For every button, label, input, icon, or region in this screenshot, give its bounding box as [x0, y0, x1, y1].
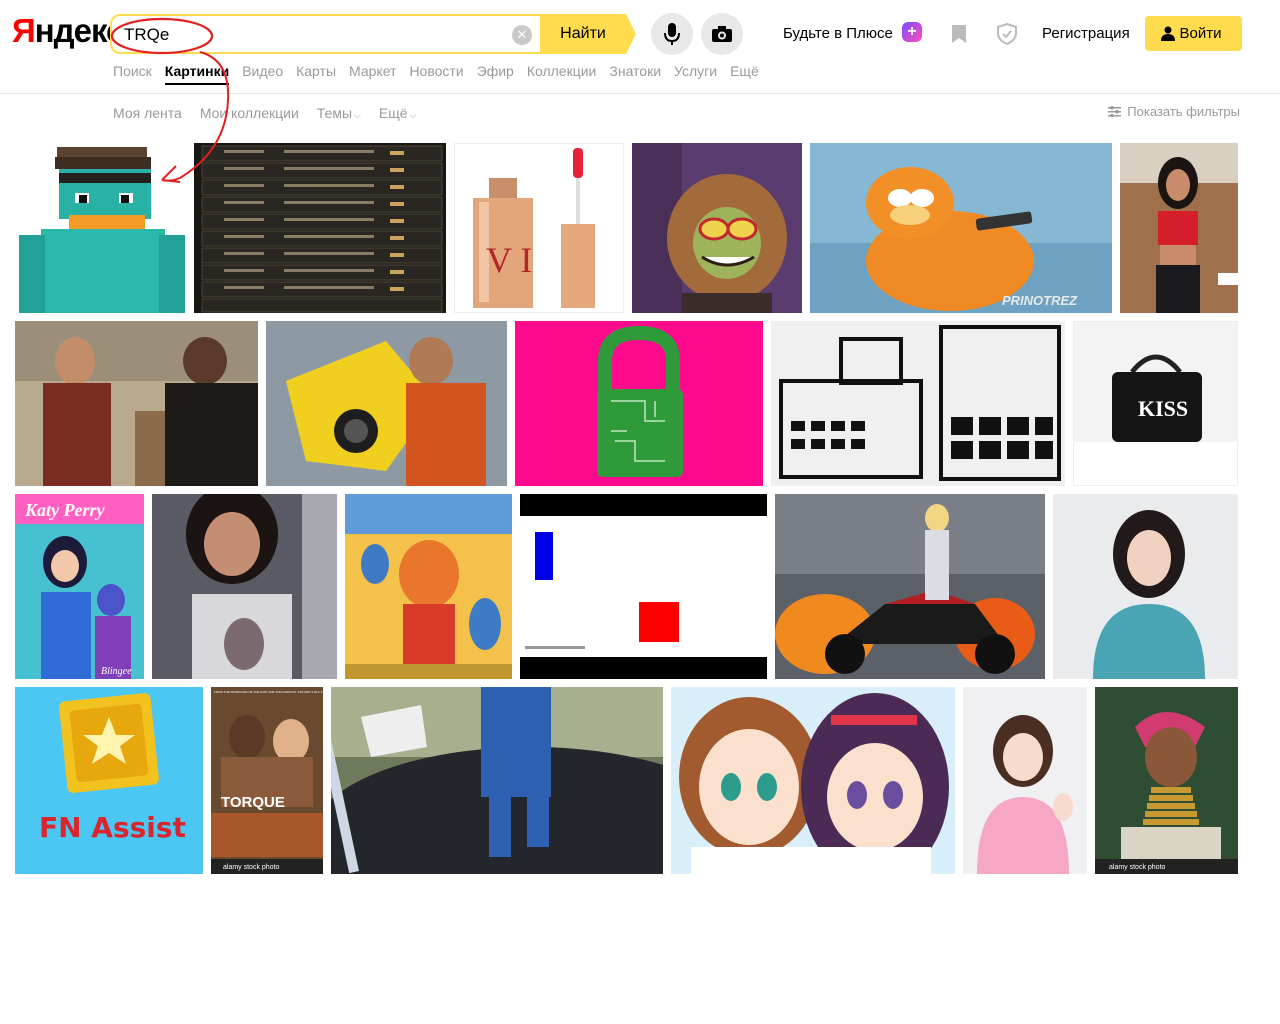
- svg-text:TORQUE: TORQUE: [221, 794, 285, 811]
- cartoon-monster-thumbnail: [632, 143, 802, 313]
- svg-text:FROM THE PRODUCER OF THE FAST: FROM THE PRODUCER OF THE FAST AND THE FU…: [214, 690, 323, 694]
- motorcycle-fire-thumbnail: [775, 494, 1045, 679]
- header: Яндекс ✕ Найти Будьте в Плюсе + Регистра…: [0, 0, 1280, 94]
- voice-search-button[interactable]: [651, 13, 693, 55]
- images-subnav: Моя лента Мои коллекции Темы ⌵ Ещё ⌵: [113, 105, 416, 121]
- show-filters-button[interactable]: Показать фильтры: [1108, 104, 1240, 119]
- plus-link[interactable]: Будьте в Плюсе: [783, 25, 893, 42]
- katy-perry-thumbnail: Katy Perry Blingee: [15, 494, 144, 679]
- svg-text:V I: V I: [486, 240, 532, 280]
- cash-register-thumbnail: [771, 321, 1065, 486]
- image-result-anime-girls[interactable]: [671, 687, 955, 874]
- image-result-woman-portrait[interactable]: [1053, 494, 1238, 679]
- camera-icon: [712, 26, 732, 42]
- search-button[interactable]: Найти: [540, 14, 626, 54]
- torque-poster-thumbnail: FROM THE PRODUCER OF THE FAST AND THE FU…: [211, 687, 323, 874]
- service-more[interactable]: Ещё: [730, 63, 759, 85]
- my-feed-link[interactable]: Моя лента: [113, 105, 182, 121]
- image-result-fn-assist[interactable]: FN Assist: [15, 687, 203, 874]
- svg-text:Blingee: Blingee: [101, 666, 132, 677]
- svg-text:FN Assist: FN Assist: [39, 811, 186, 844]
- image-result-minecraft-platypus[interactable]: [15, 143, 187, 313]
- image-result-girl-pink[interactable]: [963, 687, 1087, 874]
- padlock-icon: [515, 321, 763, 486]
- leaderboard-thumbnail: [194, 143, 446, 313]
- image-result-bikers-movie[interactable]: [15, 321, 258, 486]
- register-link[interactable]: Регистрация: [1042, 25, 1130, 42]
- image-result-kayan-woman[interactable]: alamy stock photo: [1095, 687, 1238, 874]
- yandex-logo[interactable]: Яндекс: [12, 12, 124, 50]
- plus-icon: +: [902, 22, 922, 42]
- service-maps[interactable]: Карты: [296, 63, 336, 85]
- kayan-woman-thumbnail: alamy stock photo: [1095, 687, 1238, 874]
- search-form: ✕ Найти: [110, 14, 636, 54]
- service-collections[interactable]: Коллекции: [527, 63, 597, 85]
- filters-icon: [1108, 106, 1122, 117]
- image-result-circuit-padlock[interactable]: [515, 321, 763, 486]
- rectangles-thumbnail: [520, 494, 767, 679]
- image-result-trampoline[interactable]: [331, 687, 663, 874]
- girl-pink-thumbnail: [963, 687, 1087, 874]
- user-icon: [1161, 26, 1175, 41]
- login-button[interactable]: Войти: [1145, 16, 1242, 51]
- svg-text:KISS: KISS: [1138, 396, 1188, 421]
- image-result-woman-red-top[interactable]: [1120, 143, 1238, 313]
- svg-text:alamy stock photo: alamy stock photo: [223, 864, 280, 871]
- garfield-thumbnail: PRINOTREZ: [810, 143, 1112, 313]
- shield-icon[interactable]: [996, 23, 1018, 45]
- image-result-garfield[interactable]: PRINOTREZ: [810, 143, 1112, 313]
- image-search-button[interactable]: [701, 13, 743, 55]
- service-efir[interactable]: Эфир: [477, 63, 514, 85]
- themes-dropdown[interactable]: Темы ⌵: [317, 105, 361, 121]
- hanuman-thumbnail: [345, 494, 512, 679]
- image-result-kiss-handbag[interactable]: KISS: [1073, 321, 1238, 486]
- svg-text:Katy Perry: Katy Perry: [24, 500, 105, 520]
- image-result-lipstick-bottle[interactable]: V I: [454, 143, 624, 313]
- search-button-arrow: [626, 14, 636, 54]
- image-result-cash-register-drawing[interactable]: [771, 321, 1065, 486]
- chevron-down-icon: ⌵: [409, 110, 417, 120]
- image-result-katy-perry[interactable]: Katy Perry Blingee: [15, 494, 144, 679]
- bikers-thumbnail: [15, 321, 258, 486]
- image-result-rectangles-demo[interactable]: [520, 494, 767, 679]
- search-box: ✕: [110, 14, 540, 54]
- service-uslugi[interactable]: Услуги: [674, 63, 717, 85]
- image-result-game-leaderboard[interactable]: [194, 143, 446, 313]
- trampoline-thumbnail: [331, 687, 663, 874]
- bookmark-icon[interactable]: [948, 23, 970, 45]
- image-result-selfie-girl[interactable]: [152, 494, 337, 679]
- service-news[interactable]: Новости: [409, 63, 463, 85]
- services-nav: Поиск Картинки Видео Карты Маркет Новост…: [113, 63, 759, 85]
- yellow-motorcycle-thumbnail: [266, 321, 507, 486]
- service-market[interactable]: Маркет: [349, 63, 396, 85]
- chevron-down-icon: ⌵: [354, 110, 361, 120]
- service-search[interactable]: Поиск: [113, 63, 152, 85]
- microphone-icon: [664, 23, 680, 45]
- clear-icon[interactable]: ✕: [512, 25, 532, 45]
- my-collections-link[interactable]: Мои коллекции: [200, 105, 299, 121]
- svg-text:alamy stock photo: alamy stock photo: [1109, 864, 1166, 871]
- fn-assist-thumbnail: FN Assist: [15, 687, 203, 874]
- search-input[interactable]: [124, 24, 494, 46]
- woman-red-top-thumbnail: [1120, 143, 1238, 313]
- lipstick-thumbnail: V I: [473, 148, 595, 308]
- login-label: Войти: [1179, 25, 1222, 42]
- more-dropdown[interactable]: Ещё ⌵: [379, 105, 416, 121]
- image-result-torque-poster[interactable]: FROM THE PRODUCER OF THE FAST AND THE FU…: [211, 687, 323, 874]
- image-result-motorcycle-fire[interactable]: [775, 494, 1045, 679]
- service-images[interactable]: Картинки: [164, 63, 230, 85]
- selfie-thumbnail: [152, 494, 337, 679]
- image-result-yellow-motorcycle[interactable]: [266, 321, 507, 486]
- service-znatoki[interactable]: Знатоки: [609, 63, 661, 85]
- minecraft-platypus-thumbnail: [19, 147, 185, 313]
- image-result-hanuman[interactable]: [345, 494, 512, 679]
- svg-text:PRINOTREZ: PRINOTREZ: [1002, 293, 1078, 308]
- woman-portrait-thumbnail: [1053, 494, 1238, 679]
- anime-girls-thumbnail: [671, 687, 955, 874]
- image-result-cartoon-hormone-monster[interactable]: [632, 143, 802, 313]
- service-video[interactable]: Видео: [242, 63, 283, 85]
- handbag-thumbnail: KISS: [1074, 322, 1237, 485]
